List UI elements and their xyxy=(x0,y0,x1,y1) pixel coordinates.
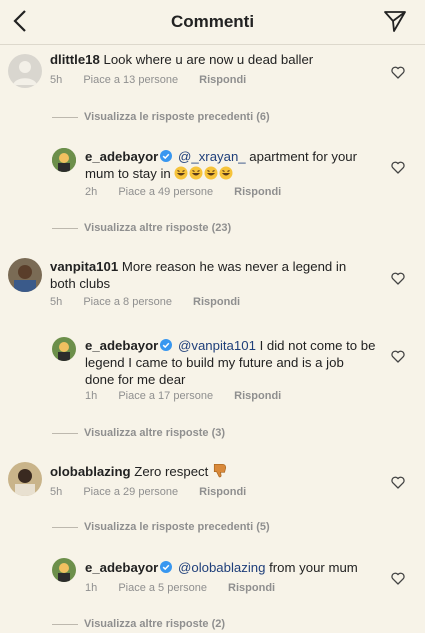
profile-photo xyxy=(8,258,42,292)
verified-badge-icon xyxy=(160,150,173,162)
reply-button[interactable]: Rispondi xyxy=(199,74,246,86)
likes-count[interactable]: Piace a 5 persone xyxy=(118,582,207,594)
top-bar: Commenti xyxy=(0,0,425,45)
avatar[interactable] xyxy=(8,258,42,292)
likes-count[interactable]: Piace a 29 persone xyxy=(83,486,178,498)
view-previous-replies[interactable]: Visualizza le risposte precedenti (5) xyxy=(52,521,270,533)
profile-photo xyxy=(52,337,76,361)
thread-line xyxy=(52,432,78,434)
view-previous-replies[interactable]: Visualizza le risposte precedenti (6) xyxy=(52,111,270,123)
page-title: Commenti xyxy=(170,12,255,31)
reply-button[interactable]: Rispondi xyxy=(228,582,275,594)
comment-text: e_adebayor @olobablazing from your mum xyxy=(85,560,358,575)
mention-link[interactable]: @vanpita101 xyxy=(178,338,256,353)
comment-text: dlittle18 Look where u are now u dead ba… xyxy=(50,52,314,67)
heart-icon[interactable] xyxy=(391,572,405,585)
heart-icon[interactable] xyxy=(391,272,405,285)
comment-text: vanpita101 More reason he was never a le… xyxy=(50,259,347,291)
comment-meta: 5h Piace a 29 persone Rispondi xyxy=(50,486,247,498)
profile-photo xyxy=(52,148,76,172)
likes-count[interactable]: Piace a 13 persone xyxy=(83,74,178,86)
reply-button[interactable]: Rispondi xyxy=(234,186,281,198)
comment-username[interactable]: dlittle18 xyxy=(50,52,100,67)
verified-badge-icon xyxy=(160,561,173,573)
heart-icon[interactable] xyxy=(391,350,405,363)
likes-count[interactable]: Piace a 49 persone xyxy=(118,186,213,198)
comment-meta: 2h Piace a 49 persone Rispondi xyxy=(85,186,282,198)
reply-button[interactable]: Rispondi xyxy=(199,486,246,498)
comment-username[interactable]: vanpita101 xyxy=(50,259,118,274)
likes-count[interactable]: Piace a 8 persone xyxy=(83,296,172,308)
avatar[interactable] xyxy=(52,337,76,361)
comment-text: e_adebayor @vanpita101 I did not come to… xyxy=(85,338,376,387)
comment-text: olobablazing Zero respect xyxy=(50,462,350,480)
mention-link[interactable]: @olobablazing xyxy=(178,560,265,575)
heart-icon[interactable] xyxy=(391,161,405,174)
comment-meta: 5h Piace a 13 persone Rispondi xyxy=(50,74,247,86)
laughing-emoji-icon xyxy=(219,166,233,180)
reply-button[interactable]: Rispondi xyxy=(193,296,240,308)
comment-username[interactable]: e_adebayor xyxy=(85,560,158,575)
comment-username[interactable]: olobablazing xyxy=(50,464,131,479)
view-more-replies[interactable]: Visualizza altre risposte (2) xyxy=(52,618,225,630)
thread-line xyxy=(52,526,78,528)
comment-username[interactable]: e_adebayor xyxy=(85,149,158,164)
thumbs-down-emoji-icon xyxy=(213,463,227,478)
send-icon[interactable] xyxy=(383,9,407,33)
heart-icon[interactable] xyxy=(391,476,405,489)
likes-count[interactable]: Piace a 17 persone xyxy=(118,390,213,402)
comment-text: e_adebayor @_xrayan_ apartment for your … xyxy=(85,149,358,181)
profile-photo xyxy=(52,558,76,582)
laughing-emoji-icon xyxy=(174,166,188,180)
thread-line xyxy=(52,227,78,229)
emoji-row xyxy=(174,166,234,181)
heart-icon[interactable] xyxy=(391,66,405,79)
avatar[interactable] xyxy=(52,148,76,172)
avatar-placeholder[interactable] xyxy=(8,54,42,88)
laughing-emoji-icon xyxy=(189,166,203,180)
mention-link[interactable]: @_xrayan_ xyxy=(178,149,246,164)
view-more-replies[interactable]: Visualizza altre risposte (3) xyxy=(52,427,225,439)
verified-badge-icon xyxy=(160,339,173,351)
laughing-emoji-icon xyxy=(204,166,218,180)
thread-line xyxy=(52,623,78,625)
comment-meta: 1h Piace a 17 persone Rispondi xyxy=(85,390,282,402)
thread-line xyxy=(52,116,78,118)
profile-photo xyxy=(8,462,42,496)
default-avatar-icon xyxy=(13,61,37,85)
comment-username[interactable]: e_adebayor xyxy=(85,338,158,353)
view-more-replies[interactable]: Visualizza altre risposte (23) xyxy=(52,222,231,234)
comment-meta: 5h Piace a 8 persone Rispondi xyxy=(50,296,241,308)
comment-meta: 1h Piace a 5 persone Rispondi xyxy=(85,582,276,594)
reply-button[interactable]: Rispondi xyxy=(234,390,281,402)
avatar[interactable] xyxy=(8,462,42,496)
avatar[interactable] xyxy=(52,558,76,582)
